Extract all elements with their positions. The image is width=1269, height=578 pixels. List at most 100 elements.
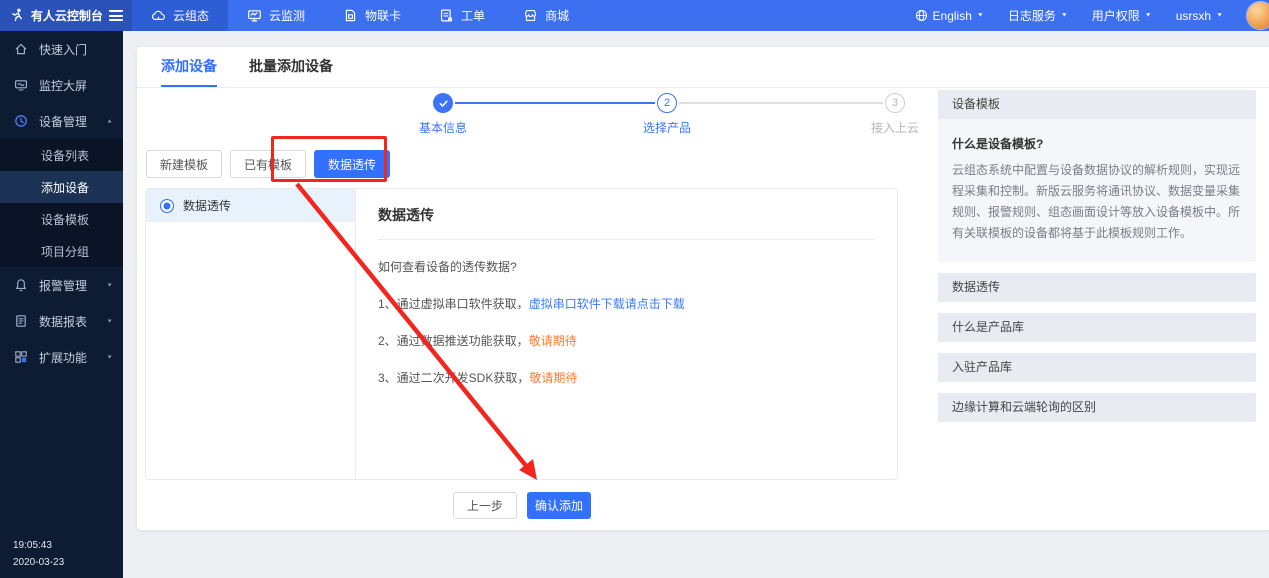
sidebar-item-project-group[interactable]: 项目分组 xyxy=(0,235,123,267)
sidebar-item-label: 设备管理 xyxy=(39,113,87,130)
language-label: English xyxy=(933,9,972,23)
step-1-circle xyxy=(433,93,453,113)
app-title: 有人云控制台 xyxy=(31,7,103,24)
check-icon xyxy=(438,98,449,109)
confirm-add-button[interactable]: 确认添加 xyxy=(527,492,591,519)
log-service-label: 日志服务 xyxy=(1008,7,1056,24)
passthrough-detail: 数据透传 如何查看设备的透传数据? 1、通过虚拟串口软件获取，虚拟串口软件下载请… xyxy=(356,189,897,479)
sidebar-item-monitor-screen[interactable]: 监控大屏 xyxy=(0,67,123,103)
main-card: 添加设备 批量添加设备 2 3 基本信息 选择产品 接入上云 新建模板 已有模板… xyxy=(137,47,1269,530)
sidebar-item-device-list[interactable]: 设备列表 xyxy=(0,139,123,171)
step-number: 2 xyxy=(664,97,670,109)
radio-selected-icon[interactable] xyxy=(160,199,174,213)
step-text: 2、通过数据推送功能获取， xyxy=(378,334,529,348)
passthrough-panel: 数据透传 数据透传 如何查看设备的透传数据? 1、通过虚拟串口软件获取，虚拟串口… xyxy=(145,188,898,480)
sidebar-item-quick-start[interactable]: 快速入门 xyxy=(0,31,123,67)
user-permission-label: 用户权限 xyxy=(1092,7,1140,24)
top-bar-right: English ▼ 日志服务 ▼ 用户权限 ▼ usrsxh ▼ xyxy=(915,0,1269,31)
caret-down-icon: ▼ xyxy=(1145,13,1152,19)
top-bar: 有人云控制台 云组态 云监测 物联卡 工单 商城 xyxy=(0,0,1269,31)
detail-step-3: 3、通过二次开发SDK获取，敬请期待 xyxy=(378,369,875,386)
list-item-data-passthrough[interactable]: 数据透传 xyxy=(146,189,355,222)
hamburger-icon[interactable] xyxy=(109,8,123,24)
nav-item-mall[interactable]: 商城 xyxy=(504,0,588,31)
data-passthrough-button[interactable]: 数据透传 xyxy=(314,150,390,178)
language-menu[interactable]: English ▼ xyxy=(915,9,984,23)
sidebar-item-add-device[interactable]: 添加设备 xyxy=(0,171,123,203)
caret-down-icon: ▼ xyxy=(106,282,113,287)
existing-template-button[interactable]: 已有模板 xyxy=(230,150,306,178)
step-3-label: 接入上云 xyxy=(850,119,940,136)
detail-step-2: 2、通过数据推送功能获取，敬请期待 xyxy=(378,332,875,349)
top-nav: 云组态 云监测 物联卡 工单 商城 xyxy=(132,0,588,31)
apps-grid-icon xyxy=(14,350,28,364)
help-section-join-product-library[interactable]: 入驻产品库 xyxy=(938,353,1256,382)
cloud-icon xyxy=(151,8,166,23)
tab-add-device[interactable]: 添加设备 xyxy=(161,47,217,87)
sidebar-item-device-template[interactable]: 设备模板 xyxy=(0,203,123,235)
step-connector-finished xyxy=(455,102,655,104)
nav-label: 云组态 xyxy=(173,7,209,24)
work-order-icon xyxy=(439,8,454,23)
sidebar-item-label: 快速入门 xyxy=(39,41,87,58)
step-connector-waiting xyxy=(679,102,883,104)
tab-batch-add-device[interactable]: 批量添加设备 xyxy=(249,47,333,87)
sidebar-item-alarm-management[interactable]: 报警管理 ▼ xyxy=(0,267,123,303)
device-clock-icon xyxy=(14,114,28,128)
nav-item-iot-card[interactable]: 物联卡 xyxy=(324,0,420,31)
alarm-bell-icon xyxy=(14,278,28,292)
logo-block: 有人云控制台 xyxy=(0,0,132,31)
globe-icon xyxy=(915,9,928,22)
big-screen-icon xyxy=(14,78,28,92)
sidebar-item-label: 报警管理 xyxy=(39,277,87,294)
step-2-circle: 2 xyxy=(657,93,677,113)
help-section-body: 什么是设备模板? 云组态系统中配置与设备数据协议的解析规则，实现远程采集和控制。… xyxy=(938,119,1256,262)
caret-down-icon: ▼ xyxy=(106,354,113,359)
help-section-device-template[interactable]: 设备模板 xyxy=(938,90,1256,119)
sidebar-clock: 19:05:43 2020-03-23 xyxy=(13,537,64,571)
sidebar: 快速入门 监控大屏 设备管理 ▲ 设备列表 添加设备 设备模板 项目分组 报警管… xyxy=(0,31,123,578)
caret-down-icon: ▼ xyxy=(106,318,113,323)
detail-title: 数据透传 xyxy=(378,205,875,225)
caret-down-icon: ▼ xyxy=(1061,13,1068,19)
clock-time: 19:05:43 xyxy=(13,537,64,554)
previous-step-button[interactable]: 上一步 xyxy=(453,492,517,519)
user-permission-menu[interactable]: 用户权限 ▼ xyxy=(1092,7,1152,24)
nav-item-work-order[interactable]: 工单 xyxy=(420,0,504,31)
mall-icon xyxy=(523,8,538,23)
template-type-buttons: 新建模板 已有模板 数据透传 xyxy=(146,150,390,178)
caret-down-icon: ▼ xyxy=(977,13,984,19)
submenu-label: 项目分组 xyxy=(41,243,89,260)
device-management-submenu: 设备列表 添加设备 设备模板 项目分组 xyxy=(0,139,123,267)
help-section-edge-vs-cloud-polling[interactable]: 边缘计算和云端轮询的区别 xyxy=(938,393,1256,422)
account-menu[interactable]: usrsxh ▼ xyxy=(1176,9,1223,23)
sidebar-item-extensions[interactable]: 扩展功能 ▼ xyxy=(0,339,123,375)
stepper: 2 3 基本信息 选择产品 接入上云 xyxy=(137,93,937,137)
step-3-circle: 3 xyxy=(885,93,905,113)
page: 有人云控制台 云组态 云监测 物联卡 工单 商城 xyxy=(0,0,1269,578)
sidebar-item-label: 监控大屏 xyxy=(39,77,87,94)
detail-question: 如何查看设备的透传数据? xyxy=(378,258,875,275)
nav-label: 物联卡 xyxy=(365,7,401,24)
submenu-label: 设备列表 xyxy=(41,147,89,164)
sidebar-item-data-report[interactable]: 数据报表 ▼ xyxy=(0,303,123,339)
tab-bar: 添加设备 批量添加设备 xyxy=(137,47,1269,88)
list-item-label: 数据透传 xyxy=(183,197,231,214)
nav-item-cloud-scada[interactable]: 云组态 xyxy=(132,0,228,31)
new-template-button[interactable]: 新建模板 xyxy=(146,150,222,178)
help-paragraph: 云组态系统中配置与设备数据协议的解析规则，实现远程采集和控制。新版云服务将通讯协… xyxy=(952,160,1242,244)
log-service-menu[interactable]: 日志服务 ▼ xyxy=(1008,7,1068,24)
help-section-data-passthrough[interactable]: 数据透传 xyxy=(938,273,1256,302)
nav-item-cloud-monitor[interactable]: 云监测 xyxy=(228,0,324,31)
download-link[interactable]: 虚拟串口软件下载请点击下载 xyxy=(529,297,685,311)
sidebar-item-device-management[interactable]: 设备管理 ▲ xyxy=(0,103,123,139)
runner-logo-icon xyxy=(9,7,25,24)
step-1-label: 基本信息 xyxy=(398,119,488,136)
help-section-what-is-product-library[interactable]: 什么是产品库 xyxy=(938,313,1256,342)
monitor-icon xyxy=(247,8,262,23)
detail-step-1: 1、通过虚拟串口软件获取，虚拟串口软件下载请点击下载 xyxy=(378,295,875,312)
avatar[interactable] xyxy=(1247,2,1269,29)
nav-label: 商城 xyxy=(545,7,569,24)
report-doc-icon xyxy=(14,314,28,328)
option-list: 数据透传 xyxy=(146,189,356,479)
